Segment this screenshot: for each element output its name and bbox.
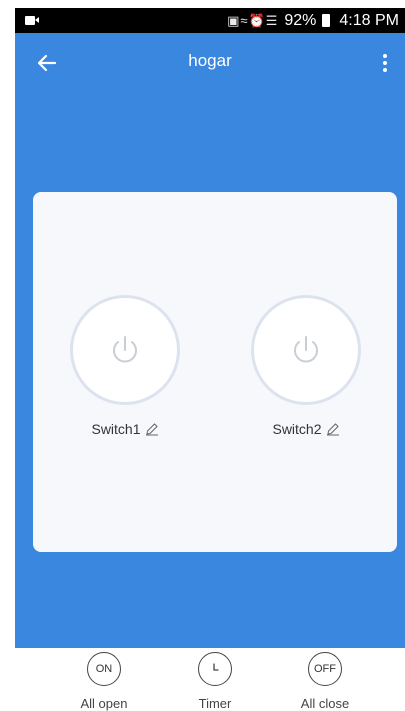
switch-2-power-button[interactable] [251, 295, 361, 405]
battery-icon [322, 14, 331, 27]
more-options-button[interactable] [373, 49, 397, 77]
switch-1-power-button[interactable] [70, 295, 180, 405]
power-icon [294, 336, 318, 363]
battery-percent: 92% [284, 11, 317, 29]
system-icons: ▣≈⏰☰ [227, 12, 279, 28]
all-open-label: All open [80, 696, 128, 711]
bottom-action-bar: ON All open Timer OFF All close [15, 648, 405, 711]
more-vert-icon [383, 54, 387, 58]
app-bar: hogar [15, 33, 405, 89]
all-open-button[interactable]: ON All open [64, 652, 144, 711]
pencil-icon[interactable] [145, 422, 159, 436]
off-icon: OFF [308, 652, 342, 686]
video-icon [25, 16, 39, 25]
switch-1-label: Switch1 [91, 421, 141, 437]
status-bar: ▣≈⏰☰ 92% 4:18 PM [15, 8, 405, 33]
timer-label: Timer [198, 696, 232, 711]
on-icon: ON [87, 652, 121, 686]
clock: 4:18 PM [339, 11, 399, 29]
switch-panel-card: Switch1 Switch2 [33, 192, 397, 552]
switch-2-label: Switch2 [272, 421, 322, 437]
switch-2: Switch2 [236, 295, 376, 437]
timer-button[interactable]: Timer [175, 652, 255, 711]
clock-icon [198, 652, 232, 686]
all-close-label: All close [300, 696, 350, 711]
all-close-button[interactable]: OFF All close [285, 652, 365, 711]
app-screen: ▣≈⏰☰ 92% 4:18 PM hogar Switch1 Switch2 [15, 8, 405, 711]
switch-1: Switch1 [55, 295, 195, 437]
power-icon [113, 336, 137, 363]
page-title: hogar [188, 51, 232, 70]
pencil-icon[interactable] [326, 422, 340, 436]
